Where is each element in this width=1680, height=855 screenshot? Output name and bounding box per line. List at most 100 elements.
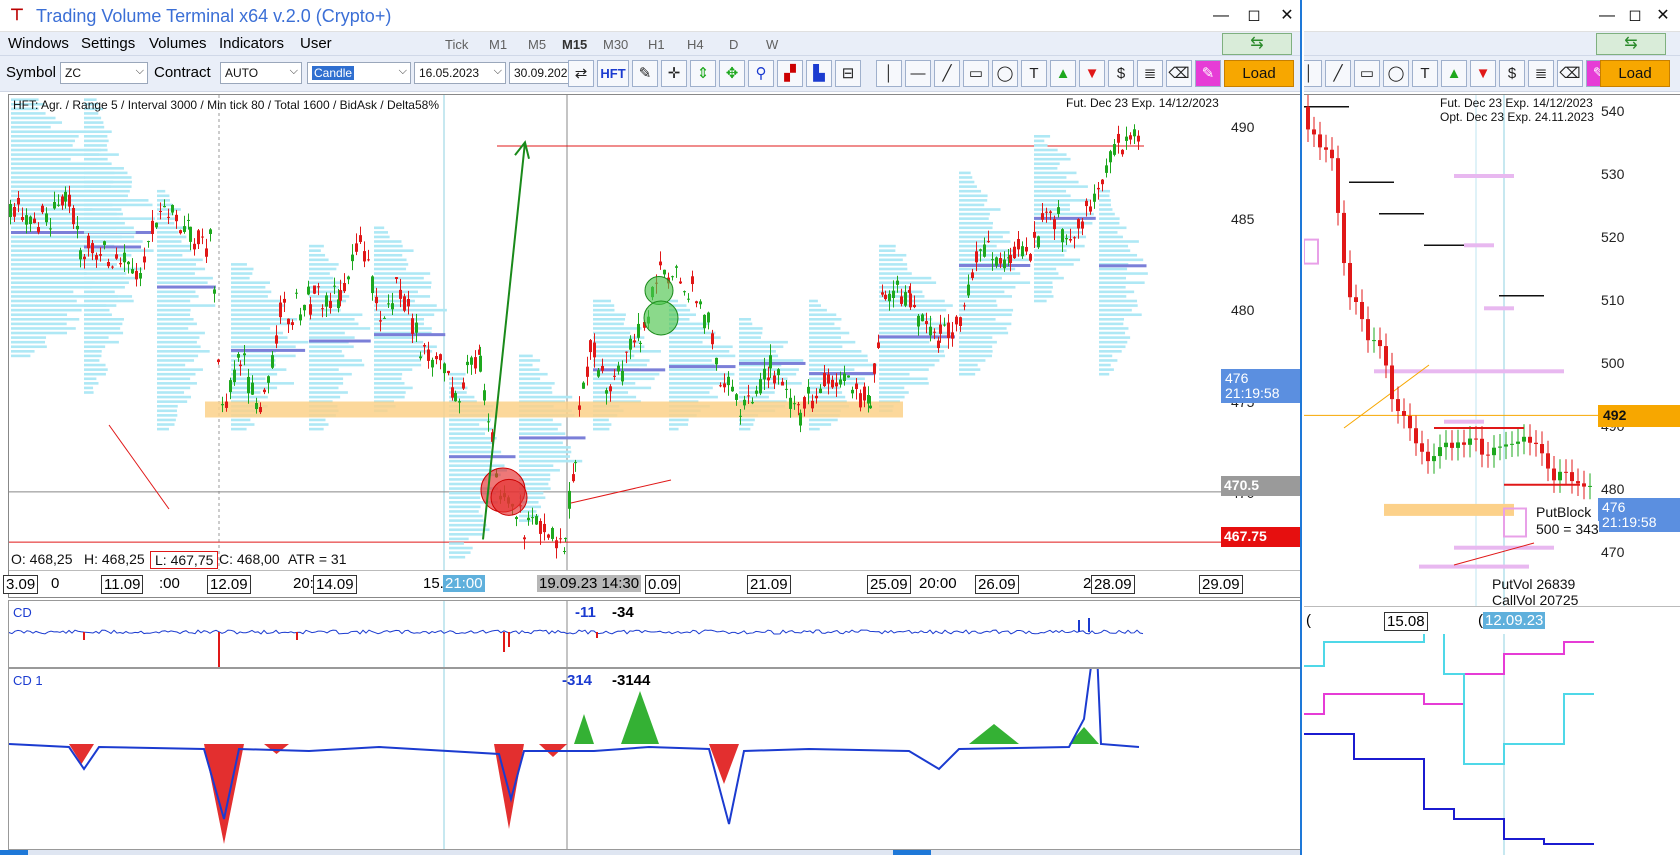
volume-profile-bar xyxy=(84,382,99,385)
side-sell-arrow-button[interactable]: ▼ xyxy=(1470,60,1496,87)
text-button[interactable]: T xyxy=(1021,60,1047,87)
candle-body xyxy=(683,291,686,293)
menu-settings[interactable]: Settings xyxy=(81,35,135,52)
candle-body xyxy=(1133,129,1136,137)
menu-volumes[interactable]: Volumes xyxy=(149,35,207,52)
hline-button[interactable]: — xyxy=(905,60,931,87)
side-fibo-button[interactable]: ≣ xyxy=(1528,60,1554,87)
tf-d[interactable]: D xyxy=(729,37,738,52)
side-vline-button[interactable]: │ xyxy=(1304,60,1322,87)
volume-profile-bar xyxy=(11,299,77,303)
symbol-select[interactable]: ZC ⌵ xyxy=(60,62,148,84)
scroll-thumb[interactable] xyxy=(893,850,931,855)
tf-m5[interactable]: M5 xyxy=(528,37,546,52)
cd-panel[interactable]: CD -11 -34 xyxy=(8,600,1300,668)
buy-arrow-button[interactable]: ▲ xyxy=(1050,60,1076,87)
volume-profile-bar xyxy=(959,368,981,371)
sync-button[interactable]: ⇆ xyxy=(1222,33,1292,55)
side-ellipse-button[interactable]: ◯ xyxy=(1383,60,1409,87)
price-mark-button[interactable]: $ xyxy=(1108,60,1134,87)
volume-profile-bar xyxy=(959,249,1017,252)
horizontal-scrollbar[interactable] xyxy=(0,850,1300,855)
swap-tool-button[interactable]: ⇄ xyxy=(568,60,594,87)
side-trendline-button[interactable]: ╱ xyxy=(1325,60,1351,87)
scroll-thumb-left[interactable] xyxy=(0,850,28,855)
menu-indicators[interactable]: Indicators xyxy=(219,35,284,52)
main-chart-area[interactable]: HFT: Agr. / Range 5 / Interval 3000 / Mi… xyxy=(3,94,1301,598)
cd1-panel[interactable]: CD 1 -314 -3144 xyxy=(8,668,1300,850)
volume-profile-bar xyxy=(231,295,268,298)
candle-body xyxy=(613,375,616,377)
minimize-button[interactable]: — xyxy=(1208,4,1234,28)
fibo-button[interactable]: ≣ xyxy=(1137,60,1163,87)
candle-body xyxy=(929,326,932,336)
date-from-picker[interactable]: 16.05.2023 ⌵ xyxy=(414,62,506,84)
side-rectangle-button[interactable]: ▭ xyxy=(1354,60,1380,87)
menu-windows[interactable]: Windows xyxy=(8,35,69,52)
hft-button[interactable]: HFT xyxy=(597,60,629,87)
crosshair-tool-button[interactable]: ✛ xyxy=(661,60,687,87)
volume-profile-bar xyxy=(959,318,996,321)
volume-profile-bar xyxy=(84,125,105,129)
side-maximize-button[interactable]: ◻ xyxy=(1622,4,1648,28)
date-to-picker[interactable]: 30.09.2023 xyxy=(509,62,569,84)
color-pen-button[interactable]: ✎ xyxy=(1195,60,1221,87)
price-chart-canvas[interactable] xyxy=(9,95,1301,597)
side-volume-panel[interactable] xyxy=(1304,623,1680,855)
volume-button[interactable]: ▙ xyxy=(806,60,832,87)
side-load-button[interactable]: Load xyxy=(1600,60,1670,87)
options-chart-area[interactable]: Fut. Dec 23 Exp. 14/12/2023 Opt. Dec 23 … xyxy=(1304,94,1680,608)
tf-m15[interactable]: M15 xyxy=(562,37,587,52)
side-text-button[interactable]: T xyxy=(1412,60,1438,87)
side-close-button[interactable]: ✕ xyxy=(1650,4,1676,28)
volume-profile-bar xyxy=(669,377,726,381)
candle-body xyxy=(605,390,608,394)
arrow-down-icon: ▼ xyxy=(1475,65,1491,82)
pencil-tool-button[interactable]: ✎ xyxy=(632,60,658,87)
tf-tick[interactable]: Tick xyxy=(445,37,468,52)
volume-profile-bar xyxy=(809,308,827,312)
tf-m30[interactable]: M30 xyxy=(603,37,628,52)
sell-arrow-button[interactable]: ▼ xyxy=(1079,60,1105,87)
range-button[interactable]: ⊟ xyxy=(835,60,861,87)
tf-w[interactable]: W xyxy=(766,37,778,52)
move-all-button[interactable]: ✥ xyxy=(719,60,745,87)
volume-profile-bar xyxy=(739,331,763,335)
volume-profile-bar xyxy=(879,382,929,385)
side-minimize-button[interactable]: — xyxy=(1594,4,1620,28)
load-button[interactable]: Load xyxy=(1224,60,1294,87)
volume-profile-bar xyxy=(374,240,402,243)
volume-profile-bar xyxy=(11,308,82,312)
bars-button[interactable]: ▞ xyxy=(777,60,803,87)
date-axis[interactable]: 3.09 0 11.09 :00 12.09 20: 14.09 15. 21:… xyxy=(3,570,1300,597)
volume-profile-bar xyxy=(84,308,110,312)
side-support-zone xyxy=(1384,503,1514,516)
candle-body xyxy=(333,285,336,287)
volume-profile-bar xyxy=(11,285,92,289)
contract-select[interactable]: AUTO ⌵ xyxy=(220,62,302,84)
tf-h1[interactable]: H1 xyxy=(648,37,665,52)
volume-profile-bar xyxy=(449,546,473,550)
vertical-move-button[interactable]: ⇕ xyxy=(690,60,716,87)
maximize-button[interactable]: ◻ xyxy=(1241,4,1267,28)
vline-button[interactable]: │ xyxy=(876,60,902,87)
side-candle-body xyxy=(1378,340,1382,347)
menu-user[interactable]: User xyxy=(300,35,332,52)
volume-profile-bar xyxy=(959,299,997,303)
trendline-button[interactable]: ╱ xyxy=(934,60,960,87)
volume-profile-bar xyxy=(519,450,572,454)
side-buy-arrow-button[interactable]: ▲ xyxy=(1441,60,1467,87)
ellipse-button[interactable]: ◯ xyxy=(992,60,1018,87)
date-label: 20:00 xyxy=(917,575,959,592)
side-date-axis[interactable]: ( 15.08 ( 12.09.23 xyxy=(1304,606,1680,634)
eraser-button[interactable]: ⌫ xyxy=(1166,60,1192,87)
side-price-mark-button[interactable]: $ xyxy=(1499,60,1525,87)
zoom-button[interactable]: ⚲ xyxy=(748,60,774,87)
tf-m1[interactable]: M1 xyxy=(489,37,507,52)
rectangle-button[interactable]: ▭ xyxy=(963,60,989,87)
side-eraser-button[interactable]: ⌫ xyxy=(1557,60,1583,87)
side-sync-button[interactable]: ⇆ xyxy=(1596,33,1666,55)
tf-h4[interactable]: H4 xyxy=(687,37,704,52)
close-button[interactable]: ✕ xyxy=(1274,4,1300,28)
charttype-select[interactable]: Candle ⌵ xyxy=(307,62,411,84)
